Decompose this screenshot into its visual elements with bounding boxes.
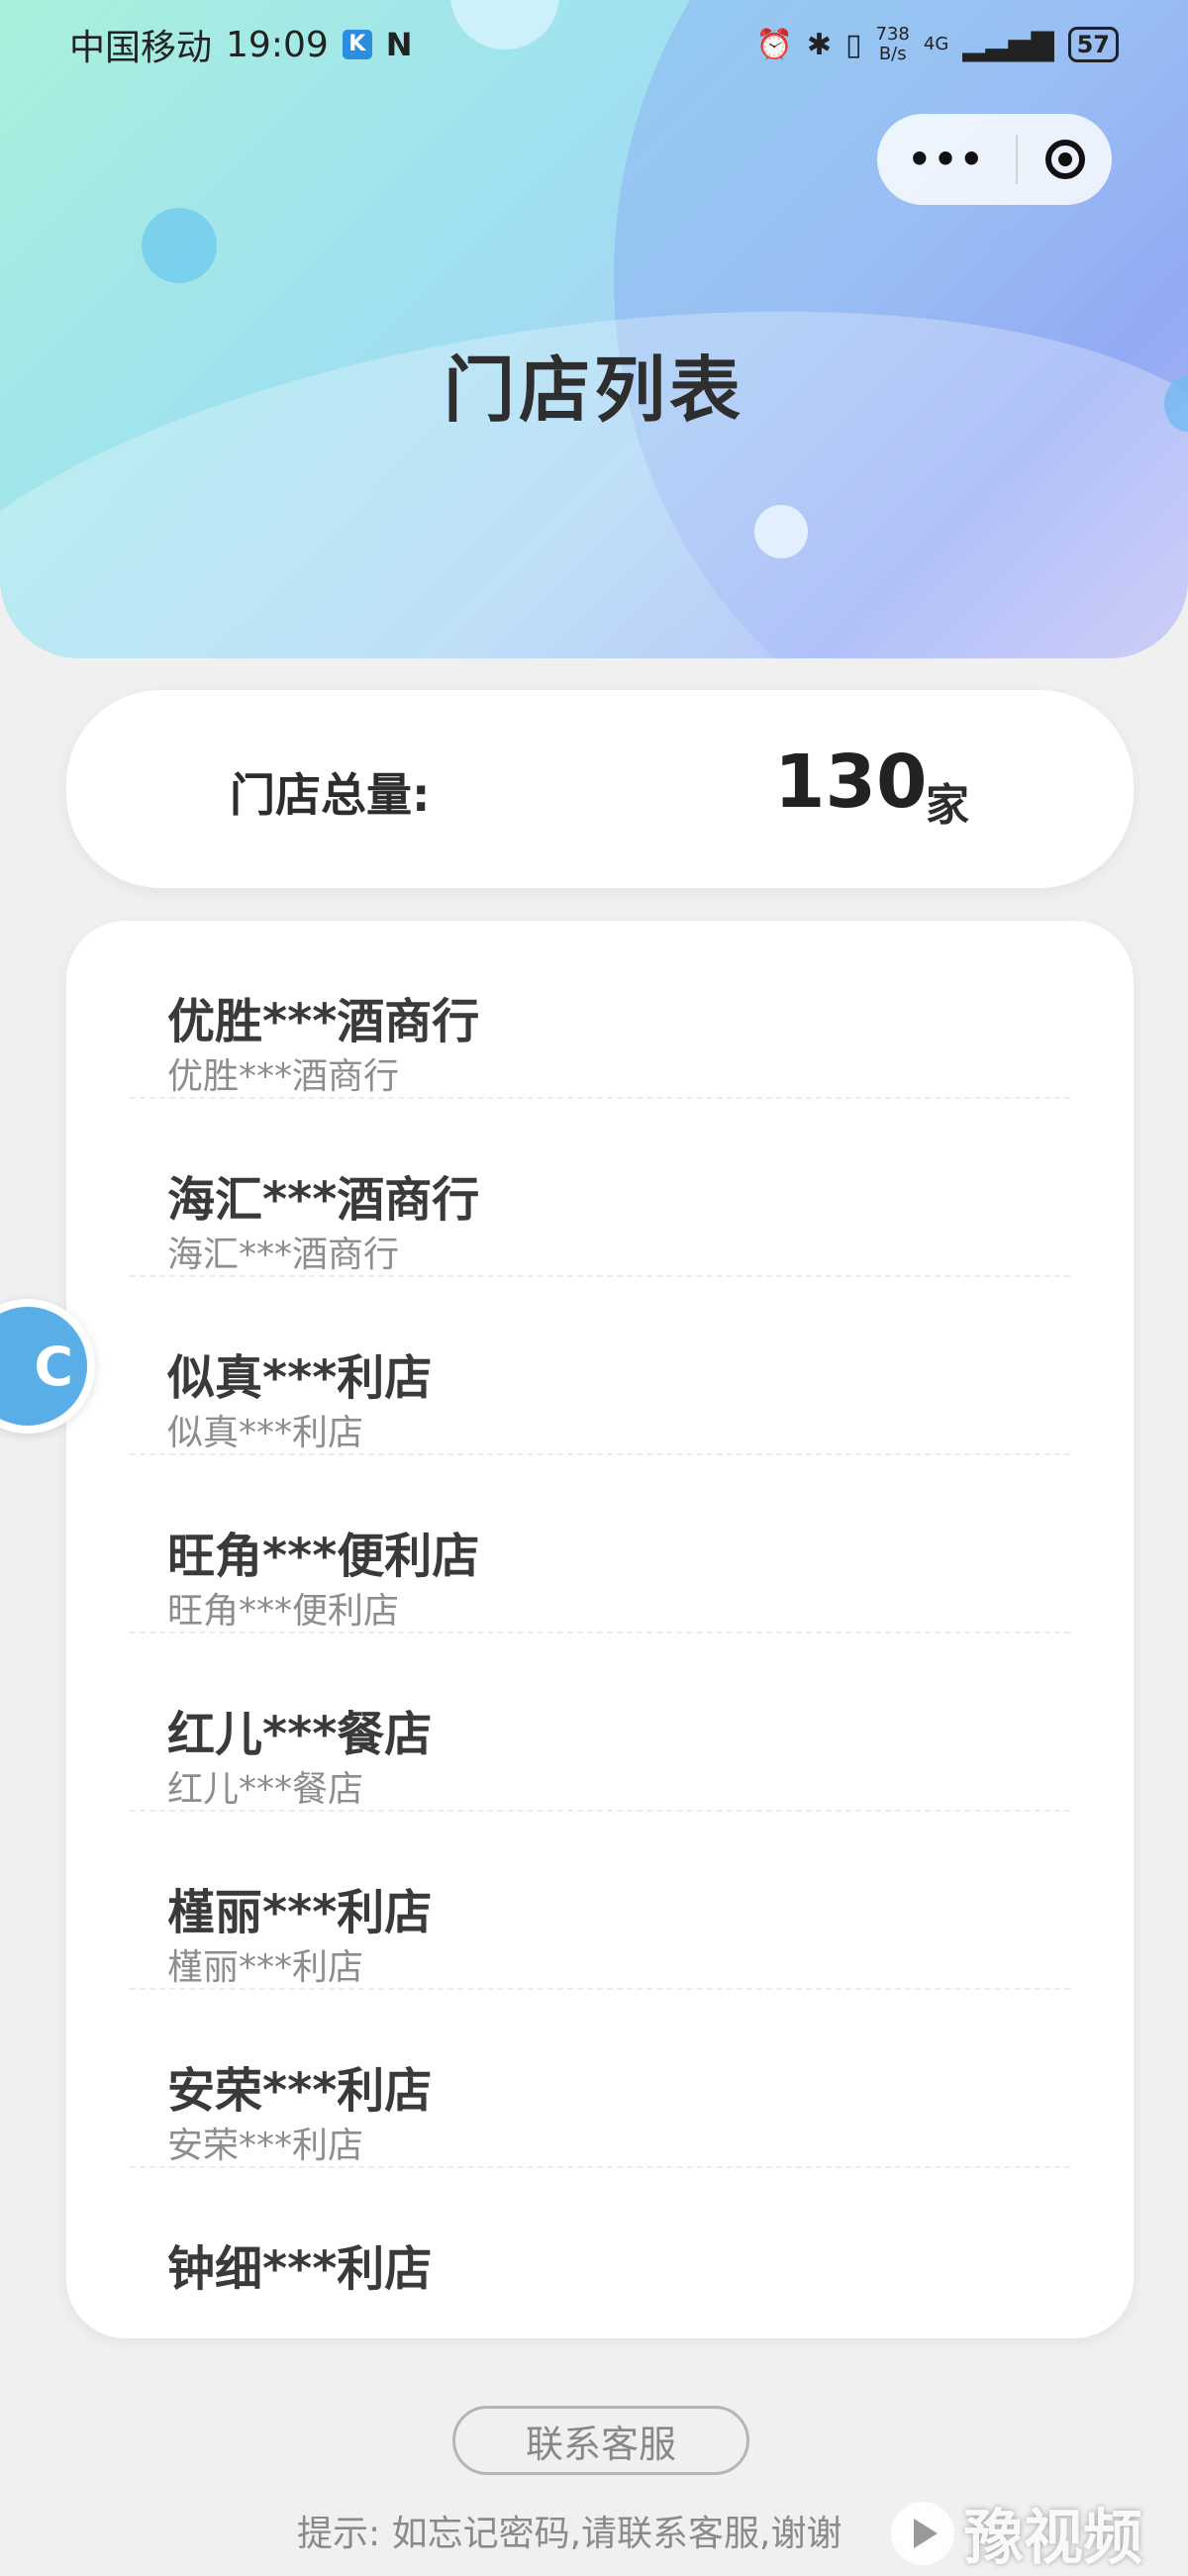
assist-icon: C	[34, 1335, 73, 1398]
list-item[interactable]: 红儿***餐店 红儿***餐店	[130, 1634, 1070, 1812]
store-total-label: 门店总量:	[230, 768, 431, 822]
signal-icon: ▂▃▅▇	[962, 27, 1054, 62]
list-item[interactable]: 旺角***便利店 旺角***便利店	[130, 1455, 1070, 1634]
close-miniprogram-button[interactable]	[1018, 140, 1112, 179]
list-item[interactable]: 钟细***利店	[130, 2168, 1070, 2338]
clock: 19:09	[226, 24, 329, 65]
store-subtitle: 旺角***便利店	[167, 1591, 400, 1632]
list-item[interactable]: 安荣***利店 安荣***利店	[130, 1990, 1070, 2168]
miniprogram-capsule: •••	[877, 114, 1112, 205]
header-banner	[0, 0, 1188, 658]
app-notification-icon: K	[342, 30, 372, 59]
network-speed: 738 B/s	[876, 25, 910, 64]
watermark-text: 豫视频	[964, 2504, 1142, 2573]
bluetooth-icon: ✱	[806, 27, 833, 62]
store-total-card: 门店总量: 130 家	[66, 690, 1134, 888]
network-type: 4G	[923, 34, 949, 54]
store-total-unit: 家	[926, 780, 969, 831]
page-title: 门店列表	[443, 348, 744, 432]
store-name: 旺角***便利店	[167, 1529, 480, 1584]
network-speed-unit: B/s	[878, 44, 907, 64]
store-name: 钟细***利店	[167, 2241, 433, 2297]
status-left: 中国移动 19:09 K N	[69, 19, 413, 70]
store-name: 红儿***餐店	[167, 1707, 433, 1762]
store-name: 优胜***酒商行	[167, 994, 480, 1049]
store-subtitle: 优胜***酒商行	[167, 1056, 400, 1097]
vibrate-icon: ▯	[845, 27, 862, 62]
status-right: ⏰ ✱ ▯ 738 B/s 4G ▂▃▅▇ 57	[756, 25, 1119, 64]
store-subtitle: 红儿***餐店	[167, 1769, 364, 1810]
battery-icon: 57	[1067, 27, 1119, 62]
video-watermark: 豫视频	[891, 2490, 1142, 2576]
close-circle-icon	[1044, 140, 1085, 179]
store-subtitle: 安荣***利店	[167, 2126, 364, 2166]
banner-bubble	[142, 208, 217, 283]
store-name: 似真***利店	[167, 1350, 433, 1406]
store-total-count: 130	[774, 740, 928, 825]
alarm-icon: ⏰	[755, 27, 793, 62]
nfc-icon: N	[385, 26, 413, 63]
store-name: 安荣***利店	[167, 2063, 433, 2119]
status-bar: 中国移动 19:09 K N ⏰ ✱ ▯ 738 B/s 4G ▂▃▅▇ 57	[0, 0, 1188, 89]
network-speed-value: 738	[875, 24, 910, 45]
store-name: 槿丽***利店	[167, 1885, 433, 1940]
carrier-name: 中国移动	[69, 28, 213, 68]
list-item[interactable]: 似真***利店 似真***利店	[130, 1277, 1070, 1455]
password-hint: 提示: 如忘记密码,请联系客服,谢谢	[297, 2514, 842, 2554]
store-subtitle: 海汇***酒商行	[167, 1235, 400, 1275]
contact-service-button[interactable]: 联系客服	[452, 2406, 749, 2475]
store-subtitle: 似真***利店	[167, 1413, 364, 1453]
store-list: 优胜***酒商行 优胜***酒商行 海汇***酒商行 海汇***酒商行 似真**…	[66, 921, 1134, 2338]
more-options-icon[interactable]: •••	[877, 138, 1016, 181]
store-name: 海汇***酒商行	[167, 1172, 480, 1228]
banner-bubble	[754, 505, 808, 558]
list-item[interactable]: 优胜***酒商行 优胜***酒商行	[130, 921, 1070, 1099]
store-subtitle: 槿丽***利店	[167, 1947, 364, 1988]
play-icon	[891, 2501, 954, 2565]
list-item[interactable]: 海汇***酒商行 海汇***酒商行	[130, 1099, 1070, 1277]
list-item[interactable]: 槿丽***利店 槿丽***利店	[130, 1812, 1070, 1990]
